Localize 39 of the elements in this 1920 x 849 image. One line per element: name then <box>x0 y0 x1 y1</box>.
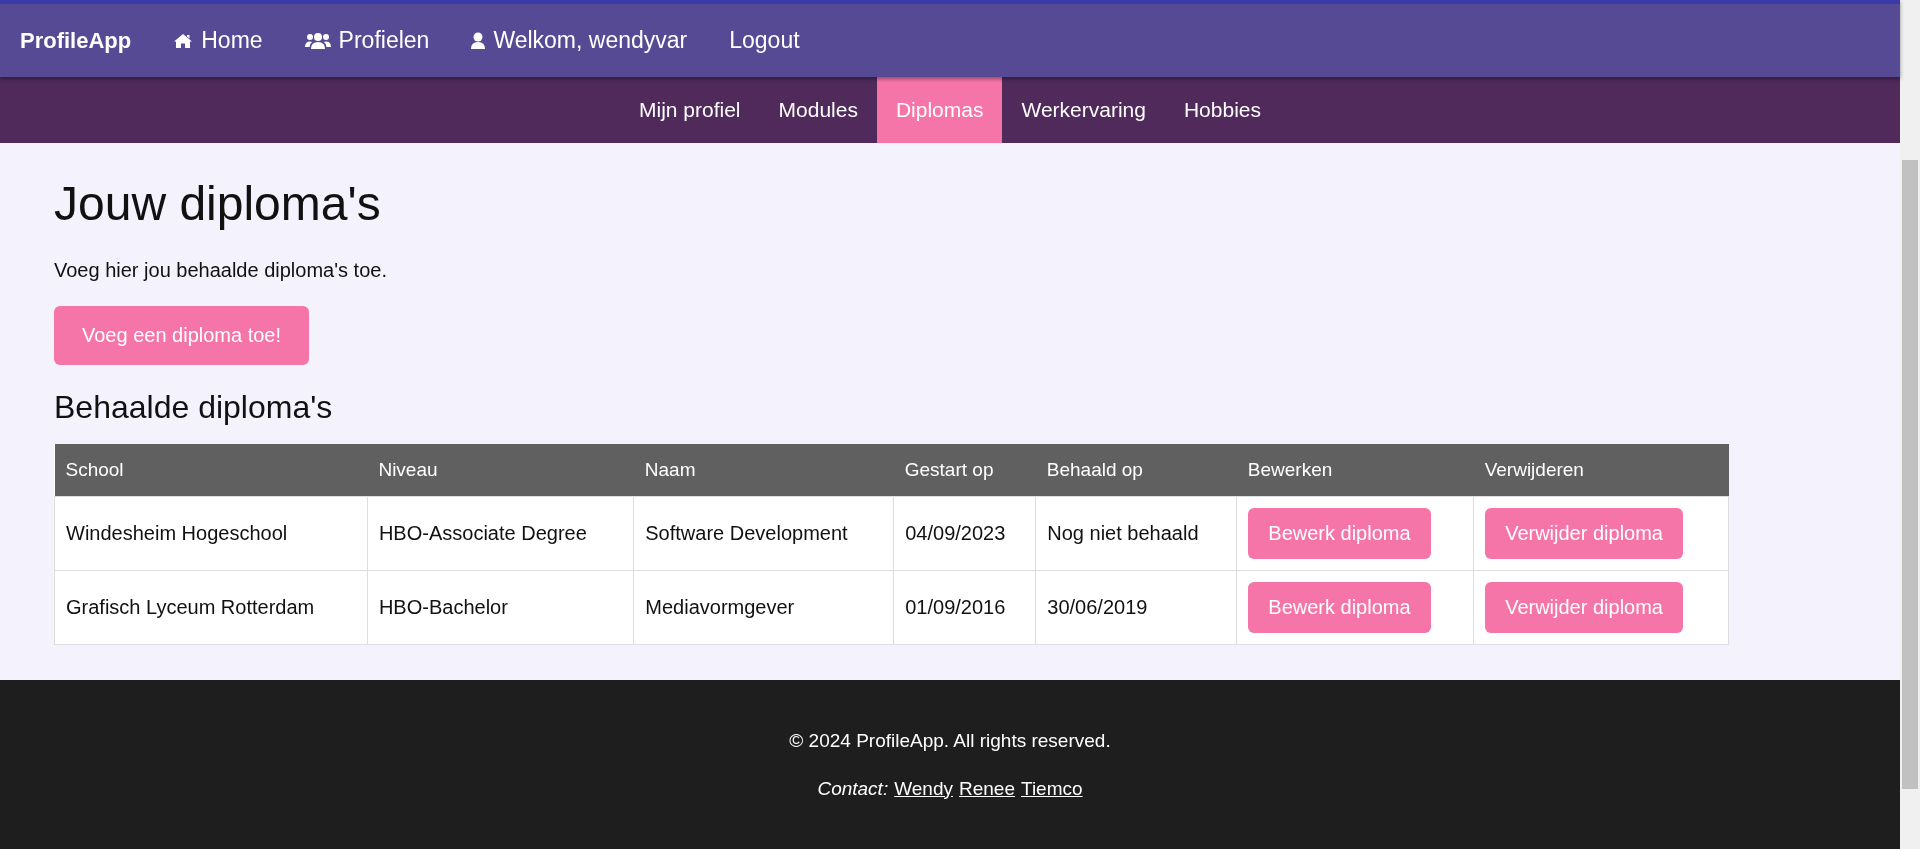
table-cell: HBO-Associate Degree <box>367 496 634 571</box>
column-header: Gestart op <box>893 443 1036 497</box>
home-icon <box>173 32 194 49</box>
column-header: Niveau <box>367 443 634 497</box>
section-title: Behaalde diploma's <box>54 388 334 426</box>
table-cell: 01/09/2016 <box>893 570 1036 645</box>
user-icon <box>471 31 486 50</box>
contact-link[interactable]: Renee <box>959 777 1015 800</box>
contact-link[interactable]: Tiemco <box>1021 777 1083 800</box>
table-cell: Windesheim Hogeschool <box>54 496 368 571</box>
intro-text: Voeg hier jou behaalde diploma's toe. <box>54 258 388 282</box>
nav-link[interactable]: Profielen <box>304 27 430 54</box>
column-header: School <box>54 443 368 497</box>
column-header: Behaald op <box>1035 443 1237 497</box>
scrollbar-thumb[interactable] <box>1902 160 1918 789</box>
page-title: Jouw diploma's <box>54 176 382 232</box>
table-cell: 30/06/2019 <box>1035 570 1237 645</box>
table-cell: Nog niet behaald <box>1035 496 1237 571</box>
table-cell: 04/09/2023 <box>893 496 1036 571</box>
table-cell: Software Development <box>633 496 894 571</box>
table-cell: Mediavormgever <box>633 570 894 645</box>
brand-link[interactable]: ProfileApp <box>20 27 132 54</box>
column-header: Naam <box>633 443 894 497</box>
tab[interactable]: Hobbies <box>1164 77 1280 143</box>
scrollbar[interactable] <box>1900 0 1920 849</box>
table-cell: HBO-Bachelor <box>367 570 634 645</box>
column-header: Verwijderen <box>1473 443 1729 497</box>
contact-link[interactable]: Wendy <box>894 777 953 800</box>
nav-link[interactable]: Logout <box>729 27 800 54</box>
users-icon <box>304 31 331 50</box>
tab[interactable]: Modules <box>759 77 877 143</box>
tab[interactable]: Mijn profiel <box>620 77 760 143</box>
table-cell: Grafisch Lyceum Rotterdam <box>54 570 368 645</box>
column-header: Bewerken <box>1236 443 1474 497</box>
nav-link[interactable]: Home <box>173 27 263 54</box>
contact-label: Contact: <box>817 777 889 800</box>
tab[interactable]: Werkervaring <box>1002 77 1165 143</box>
copyright-text: © 2024 ProfileApp. All rights reserved. <box>789 729 1111 752</box>
nav-link[interactable]: Welkom, wendyvar <box>471 27 688 54</box>
